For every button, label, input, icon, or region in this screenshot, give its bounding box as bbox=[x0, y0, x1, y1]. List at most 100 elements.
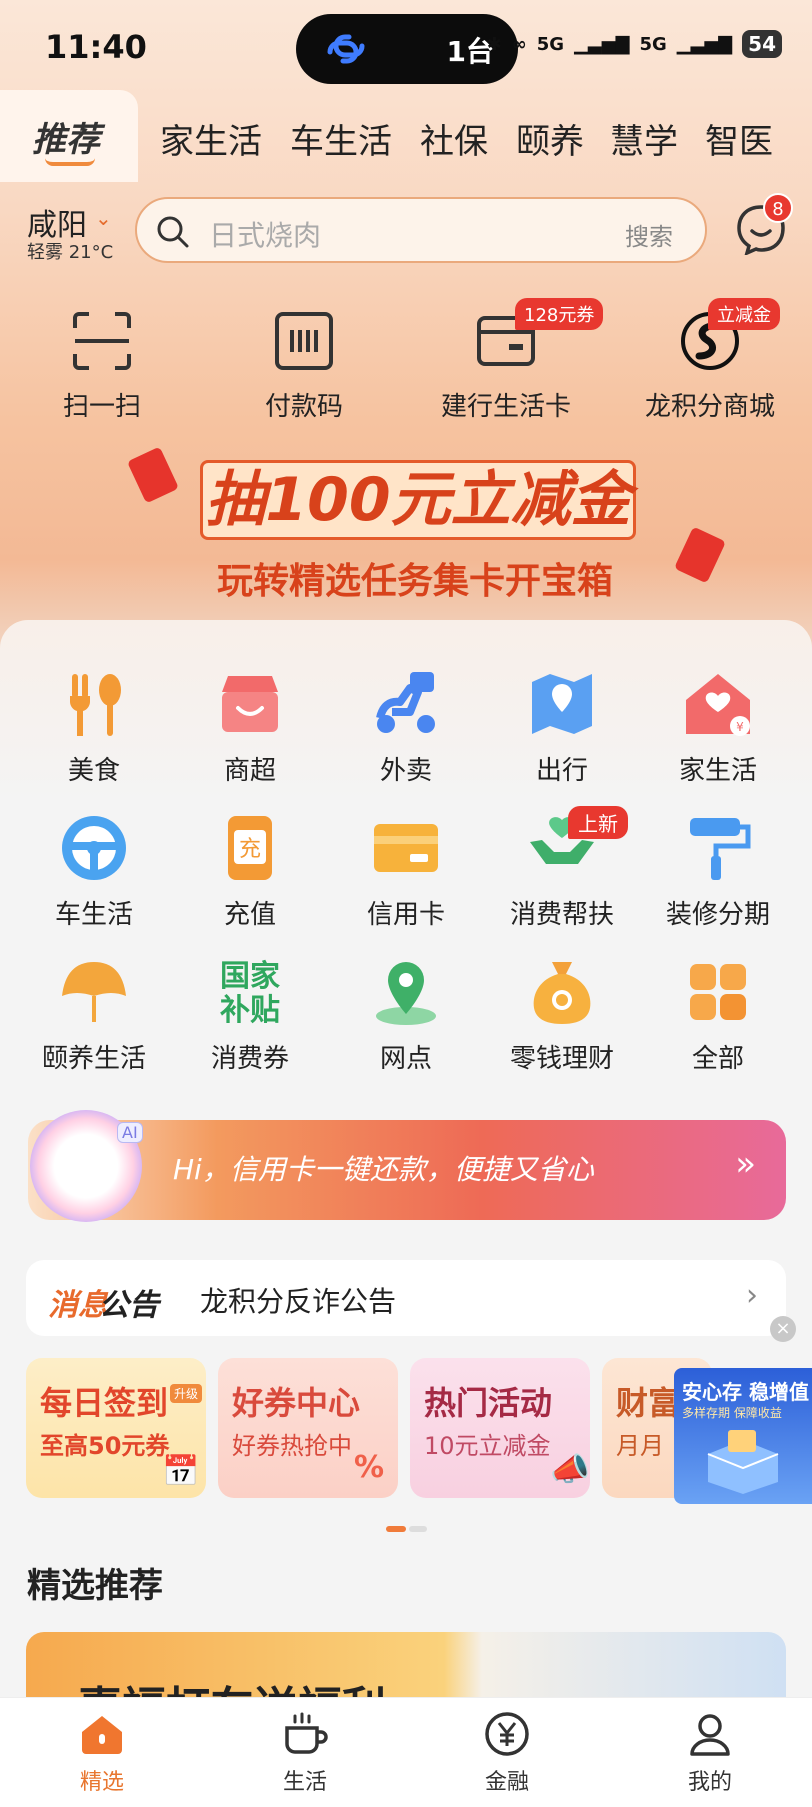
dynamic-island[interactable]: 1台 bbox=[296, 14, 518, 84]
floating-savings-ad[interactable]: 安心存 稳增值 多样存期 保障收益 bbox=[674, 1368, 812, 1504]
service-credit-card[interactable]: 信用卡 bbox=[328, 812, 484, 931]
yuan-icon bbox=[485, 1712, 529, 1756]
subsidy-icon: 国家补贴 bbox=[220, 959, 280, 1028]
notice-label-b: 公告 bbox=[99, 1288, 159, 1323]
banner-title: 抽100元立减金 bbox=[200, 460, 636, 540]
ai-banner-text: Hi，信用卡一键还款，便捷又省心 bbox=[173, 1153, 594, 1186]
ginkgo-icon bbox=[62, 962, 126, 1022]
service-home-life[interactable]: ¥ 家生活 bbox=[640, 668, 796, 787]
notice-bar[interactable]: 消息 公告 龙积分反诈公告 › bbox=[26, 1260, 786, 1336]
search-bar[interactable]: 日式烧肉 搜索 bbox=[135, 197, 707, 263]
battery-indicator: 54 bbox=[742, 30, 782, 58]
quick-pay-code[interactable]: 付款码 bbox=[214, 310, 394, 423]
quick-scan[interactable]: 扫一扫 bbox=[12, 310, 192, 423]
service-consumer-aid-label: 消费帮扶 bbox=[509, 900, 614, 930]
float-ad-title: 安心存 稳增值 bbox=[682, 1380, 809, 1404]
nav-life-label: 生活 bbox=[282, 1770, 327, 1795]
weather-text: 轻雾 21°C bbox=[27, 242, 114, 263]
search-icon bbox=[157, 216, 189, 248]
service-all-label: 全部 bbox=[691, 1044, 744, 1074]
nav-mine[interactable]: 我的 bbox=[650, 1710, 770, 1796]
message-badge: 8 bbox=[763, 193, 793, 223]
money-bag-icon bbox=[533, 962, 591, 1024]
service-food-label: 美食 bbox=[67, 756, 120, 786]
signal-5g-1: 5G bbox=[536, 33, 565, 55]
calendar-icon: 📅 bbox=[162, 1454, 200, 1489]
service-home-life-label: 家生活 bbox=[678, 756, 757, 786]
link-icon bbox=[327, 34, 365, 64]
upgrade-badge: 升级 bbox=[170, 1384, 203, 1403]
indicator-inactive bbox=[409, 1526, 428, 1532]
service-food[interactable]: 美食 bbox=[16, 668, 172, 787]
bluetooth-icon: ✱ bbox=[486, 33, 502, 55]
search-button[interactable]: 搜索 bbox=[625, 217, 673, 252]
grid-icon bbox=[690, 964, 746, 1020]
promo-sub: 至高50元券 bbox=[40, 1432, 170, 1460]
svg-text:充: 充 bbox=[239, 837, 261, 862]
promo-daily-checkin[interactable]: 每日签到 至高50元券 升级 📅 bbox=[26, 1358, 206, 1498]
steering-wheel-icon bbox=[62, 816, 126, 880]
clock: 11:40 bbox=[45, 28, 147, 66]
scooter-icon bbox=[376, 672, 435, 733]
promo-sub: 10元立减金 bbox=[424, 1432, 551, 1460]
tab-elderly-care[interactable]: 颐养 bbox=[516, 114, 584, 163]
notice-text: 龙积分反诈公告 bbox=[200, 1285, 397, 1318]
tab-car-life[interactable]: 车生活 bbox=[290, 114, 392, 163]
service-wealth[interactable]: 零钱理财 bbox=[484, 956, 640, 1075]
promo-banner[interactable]: 抽100元立减金 玩转精选任务集卡开宝箱 bbox=[0, 440, 812, 630]
nav-featured-label: 精选 bbox=[79, 1770, 124, 1795]
cup-icon bbox=[285, 1712, 328, 1754]
tab-education[interactable]: 慧学 bbox=[610, 114, 678, 163]
tab-healthcare[interactable]: 智医 bbox=[705, 114, 773, 163]
service-renovation-loan[interactable]: 装修分期 bbox=[640, 812, 796, 931]
service-recharge[interactable]: 充 充值 bbox=[172, 812, 328, 931]
close-icon[interactable]: × bbox=[770, 1316, 796, 1342]
recharge-icon: 充 bbox=[228, 816, 272, 880]
service-elderly-life[interactable]: 颐养生活 bbox=[16, 956, 172, 1075]
tab-recommend[interactable]: 推荐 bbox=[0, 90, 138, 182]
service-takeout[interactable]: 外卖 bbox=[328, 668, 484, 787]
search-placeholder: 日式烧肉 bbox=[209, 219, 322, 252]
service-supermarket[interactable]: 商超 bbox=[172, 668, 328, 787]
ai-tag: AI bbox=[117, 1122, 143, 1143]
service-car-life[interactable]: 车生活 bbox=[16, 812, 172, 931]
promo-hot-events[interactable]: 热门活动 10元立减金 📣 bbox=[410, 1358, 590, 1498]
quick-life-card-label: 建行生活卡 bbox=[440, 392, 571, 422]
service-car-life-label: 车生活 bbox=[54, 900, 133, 930]
paint-roller-icon bbox=[690, 818, 751, 880]
promo-title: 好券中心 bbox=[232, 1384, 361, 1422]
credit-card-icon bbox=[374, 824, 438, 872]
service-renovation-loan-label: 装修分期 bbox=[665, 900, 770, 930]
tab-home-life[interactable]: 家生活 bbox=[160, 114, 262, 163]
promo-coupon-center[interactable]: 好券中心 好券热抢中 % bbox=[218, 1358, 398, 1498]
nav-life[interactable]: 生活 bbox=[245, 1710, 365, 1796]
service-travel-label: 出行 bbox=[535, 756, 588, 786]
service-branch[interactable]: 网点 bbox=[328, 956, 484, 1075]
section-title: 精选推荐 bbox=[27, 1566, 163, 1606]
service-consumer-coupon-label: 消费券 bbox=[210, 1044, 289, 1074]
red-envelope-icon bbox=[673, 526, 727, 584]
service-recharge-label: 充值 bbox=[223, 900, 276, 930]
store-icon bbox=[222, 676, 278, 732]
quick-scan-label: 扫一扫 bbox=[62, 392, 141, 422]
service-wealth-label: 零钱理财 bbox=[509, 1044, 614, 1074]
nav-finance[interactable]: 金融 bbox=[447, 1710, 567, 1796]
link-small-icon: ∞ bbox=[511, 33, 527, 55]
chevron-down-icon: ⌄ bbox=[95, 206, 112, 230]
fork-spoon-icon bbox=[70, 674, 121, 736]
tab-social-security[interactable]: 社保 bbox=[420, 114, 488, 163]
double-chevron-icon: » bbox=[735, 1144, 756, 1184]
home-icon bbox=[82, 1716, 122, 1754]
nav-featured[interactable]: 精选 bbox=[42, 1710, 162, 1796]
promo-title: 财富 bbox=[616, 1384, 681, 1422]
service-consumer-coupon[interactable]: 国家补贴 消费券 bbox=[172, 956, 328, 1075]
quick-points-mall-label: 龙积分商城 bbox=[644, 392, 775, 422]
signal-bars-icon: ▁▃▅▇ bbox=[676, 33, 733, 55]
service-travel[interactable]: 出行 bbox=[484, 668, 640, 787]
service-all[interactable]: 全部 bbox=[640, 956, 796, 1075]
banner-subtitle: 玩转精选任务集卡开宝箱 bbox=[216, 561, 613, 602]
service-credit-card-label: 信用卡 bbox=[366, 900, 445, 930]
service-supermarket-label: 商超 bbox=[223, 756, 276, 786]
active-tab-underline bbox=[45, 158, 95, 166]
red-envelope-icon bbox=[126, 446, 180, 504]
